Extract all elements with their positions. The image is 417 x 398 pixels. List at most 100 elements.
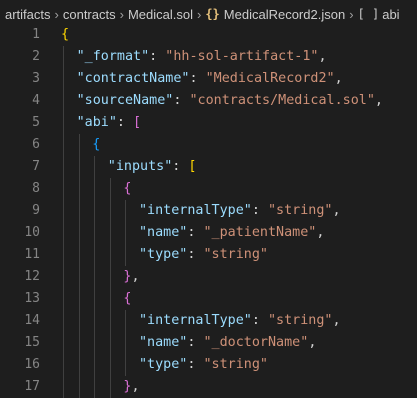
line-number: 8 (32, 181, 40, 196)
indent-guide (109, 222, 111, 244)
indent-guide (78, 354, 80, 376)
code-token: : (251, 313, 268, 328)
indent-guide (109, 266, 111, 288)
code-token: "MedicalRecord2" (205, 71, 335, 86)
indent-guide (125, 200, 127, 222)
indent-guide (109, 310, 111, 332)
chevron-right-icon: › (196, 6, 202, 22)
code-token: : (187, 247, 204, 262)
indent-guide (63, 112, 64, 134)
code-token: "string" (203, 357, 269, 372)
code-line[interactable]: 9 "internalType": "string", (0, 200, 417, 222)
code-token: , (131, 269, 140, 284)
code-line[interactable]: 13 { (0, 288, 417, 310)
code-line[interactable]: 4 "sourceName": "contracts/Medical.sol", (0, 90, 417, 112)
code-line[interactable]: 14 "internalType": "string", (0, 310, 417, 332)
code-text: "name": "_doctorName", (139, 332, 316, 354)
indent-guide (109, 376, 111, 398)
indent-guide (78, 156, 80, 178)
indent-guide (63, 266, 64, 288)
breadcrumb-item-json-file[interactable]: MedicalRecord2.json (224, 7, 345, 22)
code-token: , (308, 335, 317, 350)
code-text: { (92, 134, 100, 156)
indent-guide (125, 332, 127, 354)
code-token: : (189, 71, 206, 86)
indent-guide (78, 200, 80, 222)
code-token: "sourceName" (76, 93, 174, 108)
code-text: "type": "string" (139, 244, 268, 266)
indent-guide (63, 222, 64, 244)
code-text: "sourceName": "contracts/Medical.sol", (77, 90, 383, 112)
code-token: "type" (139, 357, 188, 372)
code-token: "_doctorName" (203, 335, 309, 350)
code-text: "inputs": [ (108, 156, 197, 178)
code-line[interactable]: 6{ (0, 134, 417, 156)
chevron-right-icon: › (119, 6, 124, 22)
code-line[interactable]: 2 "_format": "hh-sol-artifact-1", (0, 46, 417, 68)
line-number: 5 (32, 115, 40, 130)
indent-guide (94, 222, 96, 244)
indent-guide (94, 354, 96, 376)
code-line[interactable]: 15 "name": "_doctorName", (0, 332, 417, 354)
json-file-icon: {} (205, 7, 220, 21)
code-text: "internalType": "string", (139, 200, 341, 222)
indent-guide (63, 156, 64, 178)
code-token: "type" (139, 247, 188, 262)
code-line[interactable]: 12}, (0, 266, 417, 288)
code-line[interactable]: 10 "name": "_patientName", (0, 222, 417, 244)
indent-guide (78, 376, 80, 398)
code-token: "abi" (76, 115, 117, 130)
indent-guide (63, 354, 64, 376)
indent-guide (63, 178, 64, 200)
code-token: , (131, 379, 140, 394)
line-number: 13 (24, 291, 40, 306)
code-text: "internalType": "string", (139, 310, 341, 332)
indent-guide (63, 134, 64, 156)
line-number: 1 (32, 27, 40, 42)
code-token: , (334, 71, 343, 86)
code-line[interactable]: 1{ (0, 24, 417, 46)
indent-guide (94, 266, 96, 288)
code-text: "_format": "hh-sol-artifact-1", (77, 46, 327, 68)
breadcrumb-item-contracts[interactable]: contracts (63, 7, 116, 22)
code-text: { (123, 288, 131, 310)
code-line[interactable]: 17}, (0, 376, 417, 398)
line-number: 10 (24, 225, 40, 240)
code-token: , (316, 225, 325, 240)
breadcrumb-item-abi[interactable]: abi (382, 7, 399, 22)
code-text: }, (123, 266, 139, 288)
code-line[interactable]: 3 "contractName": "MedicalRecord2", (0, 68, 417, 90)
code-editor[interactable]: 1{2 "_format": "hh-sol-artifact-1", 3 "cont… (0, 24, 417, 398)
code-line[interactable]: 7 "inputs": [ (0, 156, 417, 178)
indent-guide (63, 68, 64, 90)
array-symbol-icon: [ ] (357, 7, 380, 21)
code-line[interactable]: 11 "type": "string" (0, 244, 417, 266)
indent-guide (78, 332, 80, 354)
indent-guide (63, 46, 64, 68)
code-token: "string" (268, 313, 333, 328)
code-token: { (61, 27, 70, 42)
code-line[interactable]: 8{ (0, 178, 417, 200)
code-token: "inputs" (107, 159, 173, 174)
indent-guide (63, 288, 64, 310)
code-text: { (61, 24, 69, 46)
code-line[interactable]: 5 "abi": [ (0, 112, 417, 134)
indent-guide (63, 376, 64, 398)
indent-guide (109, 332, 111, 354)
code-token: "contracts/Medical.sol" (189, 93, 375, 108)
line-number: 7 (32, 159, 40, 174)
code-token: { (123, 291, 132, 306)
indent-guide (109, 354, 111, 376)
indent-guide (109, 288, 111, 310)
code-token: , (332, 203, 341, 218)
indent-guide (94, 156, 96, 178)
indent-guide (78, 134, 80, 156)
line-number: 15 (24, 335, 40, 350)
indent-guide (94, 288, 96, 310)
breadcrumb-item-medical-sol[interactable]: Medical.sol (128, 7, 193, 22)
code-token: { (92, 137, 101, 152)
chevron-right-icon: › (349, 6, 354, 22)
code-line[interactable]: 16 "type": "string" (0, 354, 417, 376)
indent-guide (125, 354, 127, 376)
breadcrumb-item-artifacts[interactable]: artifacts (5, 7, 51, 22)
